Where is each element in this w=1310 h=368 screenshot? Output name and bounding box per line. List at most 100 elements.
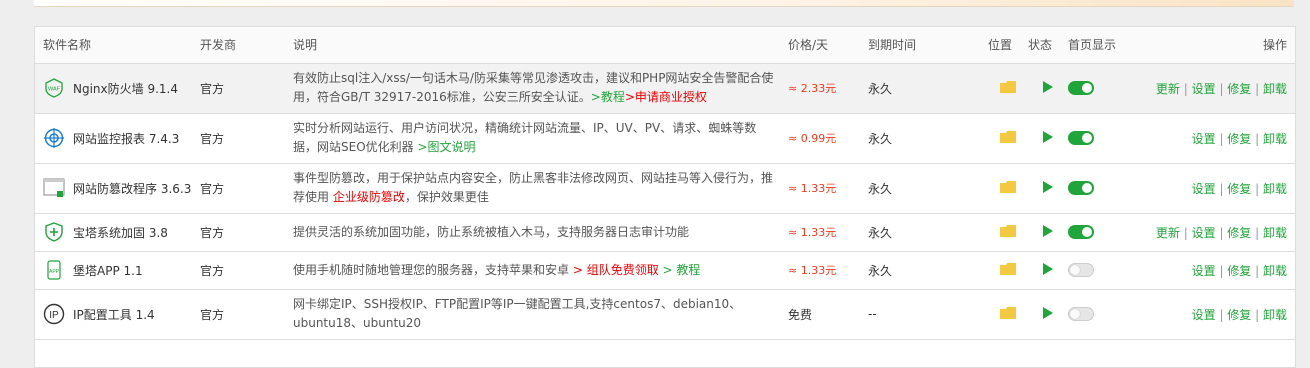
update-link[interactable]: 更新: [1156, 82, 1180, 96]
description: 使用手机随时随地管理您的服务器，支持苹果和安卓 > 组队免费领取 > 教程: [293, 251, 788, 290]
settings-link[interactable]: 设置: [1192, 182, 1216, 196]
play-icon[interactable]: [1028, 289, 1068, 340]
table-header-row: 软件名称 开发商 说明 价格/天 到期时间 位置 状态 首页显示 操作: [35, 27, 1295, 64]
folder-icon[interactable]: [988, 289, 1028, 340]
settings-link[interactable]: 设置: [1192, 226, 1216, 240]
team-free-link[interactable]: > 组队免费领取: [573, 263, 659, 277]
folder-icon[interactable]: [988, 113, 1028, 164]
col-header-location: 位置: [988, 27, 1028, 64]
play-icon[interactable]: [1028, 163, 1068, 214]
uninstall-link[interactable]: 卸载: [1263, 226, 1287, 240]
table-row: WAF Nginx防火墙 9.1.4 官方 有效防止sql注入/xss/一句话木…: [35, 63, 1295, 114]
price: ≈ 2.33元: [788, 63, 868, 114]
play-icon[interactable]: [1028, 113, 1068, 164]
col-header-name: 软件名称: [35, 27, 200, 64]
folder-icon[interactable]: [988, 251, 1028, 290]
plugin-name: 宝塔系统加固 3.8: [73, 225, 168, 240]
uninstall-link[interactable]: 卸载: [1263, 308, 1287, 322]
settings-link[interactable]: 设置: [1192, 264, 1216, 278]
plugin-name: 网站防篡改程序 3.6.3: [73, 181, 192, 196]
home-toggle[interactable]: [1068, 213, 1148, 252]
repair-link[interactable]: 修复: [1227, 132, 1251, 146]
description: 事件型防篡改，用于保护站点内容安全，防止黑客非法修改网页、网站挂马等入侵行为，推…: [293, 163, 788, 214]
shield-plus-icon: [43, 221, 65, 243]
expire: 永久: [868, 213, 988, 252]
home-toggle[interactable]: [1068, 163, 1148, 214]
folder-icon[interactable]: [988, 63, 1028, 114]
play-icon[interactable]: [1028, 63, 1068, 114]
home-toggle[interactable]: [1068, 251, 1148, 290]
developer: 官方: [200, 113, 293, 164]
price: ≈ 1.33元: [788, 251, 868, 290]
plugin-name: 堡塔APP 1.1: [73, 263, 143, 278]
top-banner-strip: [34, 0, 1294, 7]
repair-link[interactable]: 修复: [1227, 308, 1251, 322]
uninstall-link[interactable]: 卸载: [1263, 132, 1287, 146]
svg-text:APP: APP: [49, 269, 60, 275]
description-text-end: ，保护效果更佳: [404, 190, 489, 204]
ip-icon: IP: [43, 303, 65, 325]
ops-cell: 更新 | 设置 | 修复 | 卸载: [1148, 213, 1295, 252]
folder-icon[interactable]: [988, 163, 1028, 214]
update-link[interactable]: 更新: [1156, 226, 1180, 240]
play-icon[interactable]: [1028, 251, 1068, 290]
home-toggle[interactable]: [1068, 113, 1148, 164]
home-toggle-switch[interactable]: [1068, 131, 1094, 146]
repair-link[interactable]: 修复: [1227, 264, 1251, 278]
settings-link[interactable]: 设置: [1192, 308, 1216, 322]
developer: 官方: [200, 163, 293, 214]
tutorial-link[interactable]: >教程: [591, 90, 625, 104]
plugin-table-panel: 软件名称 开发商 说明 价格/天 到期时间 位置 状态 首页显示 操作 WAF …: [34, 26, 1296, 368]
svg-text:IP: IP: [49, 310, 59, 321]
col-header-home: 首页显示: [1068, 27, 1148, 64]
description-text: 使用手机随时随地管理您的服务器，支持苹果和安卓: [293, 262, 570, 277]
price: ≈ 0.99元: [788, 113, 868, 164]
play-icon[interactable]: [1028, 213, 1068, 252]
table-row: APP 堡塔APP 1.1 官方 使用手机随时随地管理您的服务器，支持苹果和安卓…: [35, 251, 1295, 290]
expire: 永久: [868, 63, 988, 114]
ops-cell: 设置 | 修复 | 卸载: [1148, 163, 1295, 214]
ops-cell: 设置 | 修复 | 卸载: [1148, 251, 1295, 290]
col-header-expire: 到期时间: [868, 27, 988, 64]
col-header-price: 价格/天: [788, 27, 868, 64]
col-header-developer: 开发商: [200, 27, 293, 64]
repair-link[interactable]: 修复: [1227, 226, 1251, 240]
home-toggle-switch[interactable]: [1068, 225, 1094, 240]
home-toggle-switch[interactable]: [1068, 263, 1094, 278]
price: ≈ 1.33元: [788, 163, 868, 214]
col-header-description: 说明: [293, 27, 788, 64]
description: 实时分析网站运行、用户访问状况，精确统计网站流量、IP、UV、PV、请求、蜘蛛等…: [293, 113, 788, 164]
app-icon: APP: [43, 259, 65, 281]
home-toggle-switch[interactable]: [1068, 81, 1094, 96]
developer: 官方: [200, 213, 293, 252]
uninstall-link[interactable]: 卸载: [1263, 82, 1287, 96]
tamper-icon: [43, 177, 65, 199]
table-row: 宝塔系统加固 3.8 官方 提供灵活的系统加固功能，防止系统被植入木马，支持服务…: [35, 213, 1295, 252]
folder-icon[interactable]: [988, 213, 1028, 252]
svg-text:WAF: WAF: [48, 87, 61, 93]
plugin-table: 软件名称 开发商 说明 价格/天 到期时间 位置 状态 首页显示 操作 WAF …: [35, 27, 1295, 340]
developer: 官方: [200, 289, 293, 340]
col-header-ops: 操作: [1148, 27, 1295, 64]
tutorial-link[interactable]: > 教程: [663, 263, 701, 277]
plugin-name: IP配置工具 1.4: [73, 307, 155, 322]
home-toggle[interactable]: [1068, 63, 1148, 114]
home-toggle-switch[interactable]: [1068, 307, 1094, 322]
waf-icon: WAF: [43, 77, 65, 99]
home-toggle[interactable]: [1068, 289, 1148, 340]
developer: 官方: [200, 63, 293, 114]
enterprise-tamper-link[interactable]: 企业级防篡改: [333, 190, 405, 204]
plugin-name: 网站监控报表 7.4.3: [73, 131, 180, 146]
repair-link[interactable]: 修复: [1227, 82, 1251, 96]
price: 免费: [788, 289, 868, 340]
home-toggle-switch[interactable]: [1068, 181, 1094, 196]
guide-link[interactable]: >图文说明: [417, 140, 475, 154]
repair-link[interactable]: 修复: [1227, 182, 1251, 196]
uninstall-link[interactable]: 卸载: [1263, 182, 1287, 196]
settings-link[interactable]: 设置: [1192, 82, 1216, 96]
uninstall-link[interactable]: 卸载: [1263, 264, 1287, 278]
ops-cell: 设置 | 修复 | 卸载: [1148, 113, 1295, 164]
settings-link[interactable]: 设置: [1192, 132, 1216, 146]
license-link[interactable]: >申请商业授权: [625, 90, 707, 104]
description: 有效防止sql注入/xss/一句话木马/防采集等常见渗透攻击，建议和PHP网站安…: [293, 63, 788, 114]
